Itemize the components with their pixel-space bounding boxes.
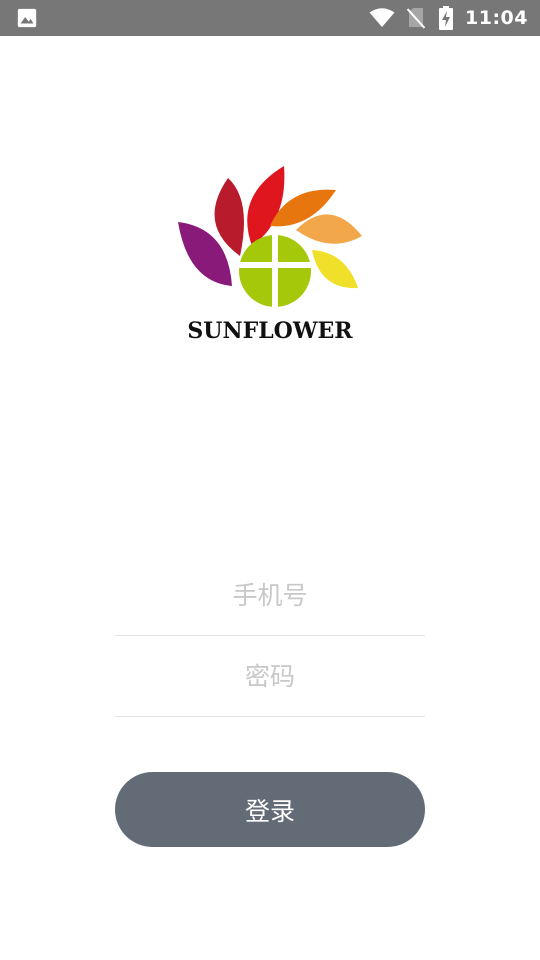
status-time: 11:04	[465, 7, 528, 29]
phone-field	[115, 555, 425, 636]
image-icon	[17, 8, 37, 28]
password-input[interactable]	[115, 636, 425, 716]
status-bar: 11:04	[0, 0, 540, 36]
logo-text: SUNFLOWER	[187, 318, 353, 344]
password-field	[115, 636, 425, 717]
login-button[interactable]: 登录	[115, 772, 425, 847]
wifi-icon	[369, 8, 395, 27]
logo-leaf-red	[247, 166, 285, 246]
no-sim-icon	[407, 8, 426, 29]
phone-input[interactable]	[115, 555, 425, 635]
sunflower-logo: SUNFLOWER	[170, 160, 370, 350]
status-icons: 11:04	[369, 0, 528, 36]
battery-charging-icon	[439, 6, 454, 30]
logo-leaf-yellow	[312, 250, 358, 289]
